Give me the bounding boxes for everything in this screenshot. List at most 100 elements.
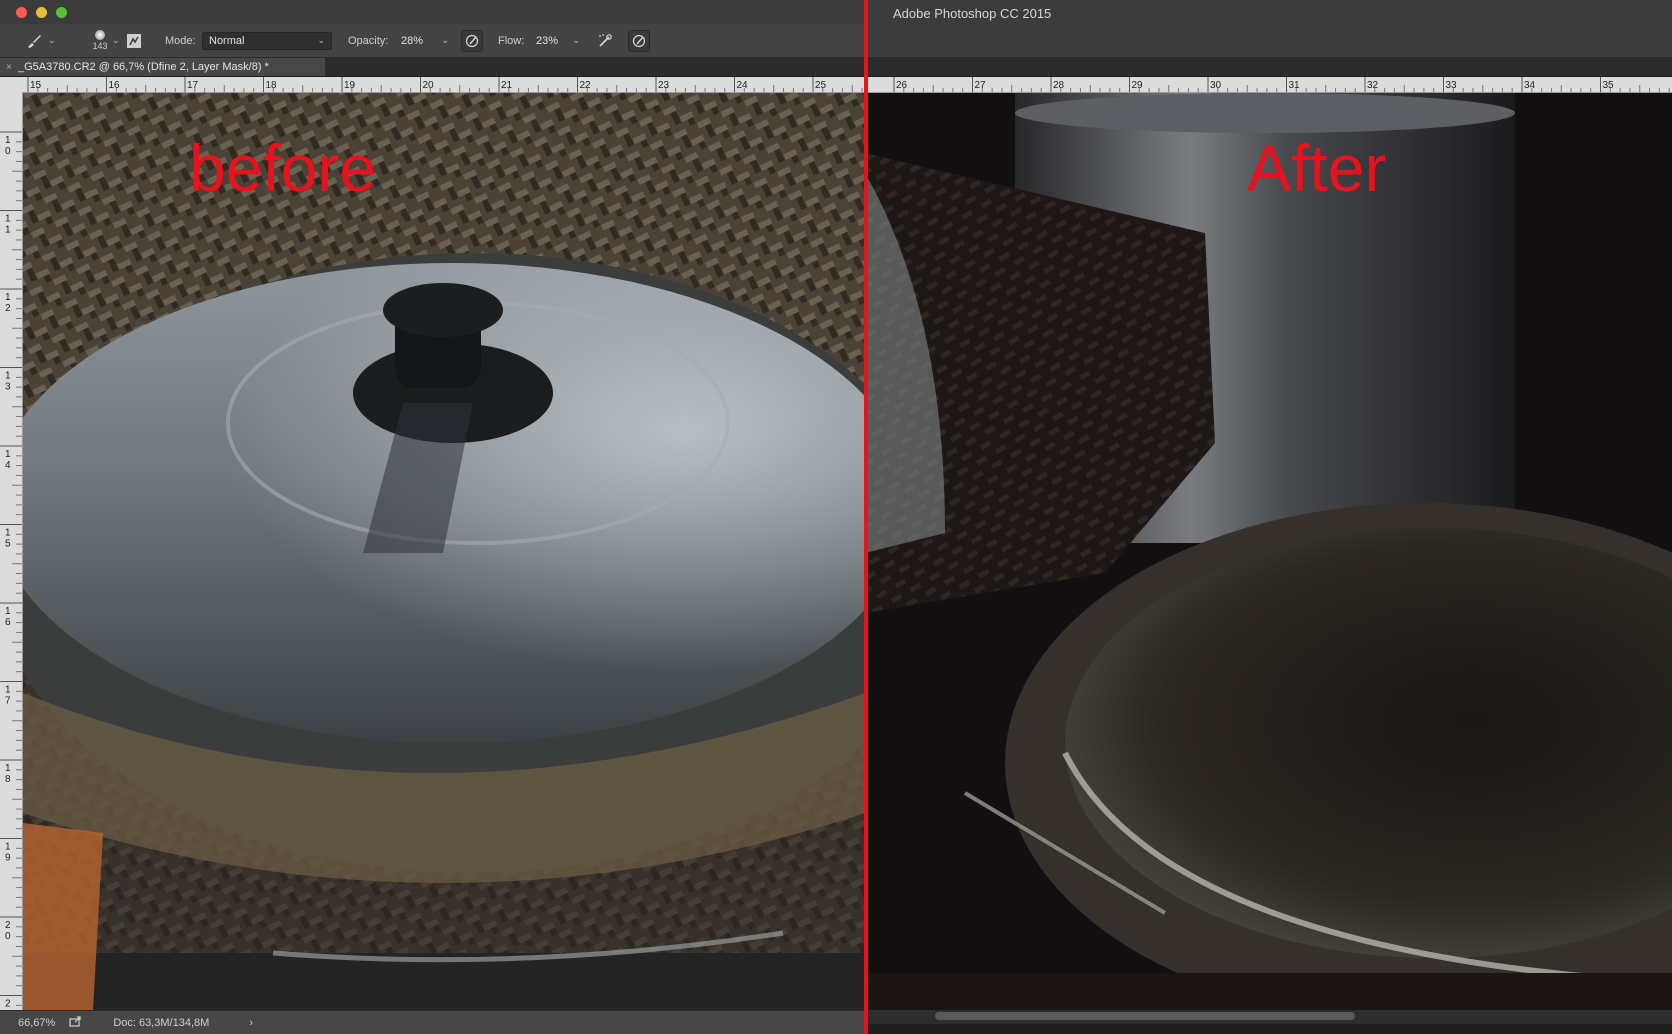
- before-photo: [23, 93, 865, 1010]
- horizontal-ruler: 15 16 17 18 19 20 21 22 23 24 25: [0, 77, 865, 93]
- ruler-label: 1: [5, 763, 11, 774]
- horizontal-scrollbar-thumb[interactable]: [935, 1012, 1355, 1020]
- pressure-opacity-button[interactable]: [461, 29, 483, 52]
- ruler-label: 31: [1289, 80, 1301, 91]
- opacity-label: Opacity:: [348, 34, 389, 47]
- minimize-window-button[interactable]: [36, 7, 47, 18]
- document-title: _G5A3780.CR2 @ 66,7% (Dfine 2, Layer Mas…: [18, 61, 269, 73]
- ruler-label: 27: [975, 80, 987, 91]
- brush-size: 143: [92, 41, 108, 51]
- tool-preset-picker[interactable]: ⌄: [26, 24, 62, 57]
- horizontal-ruler: 26 27 28 29 30 31 32 33 34 35: [865, 77, 1672, 93]
- ruler-label: 22: [580, 80, 592, 91]
- before-window: ⌄ 143 ⌄ Mode: Normal ⌄ Opacity: 28% ⌄ Fl…: [0, 0, 865, 1034]
- image-canvas-after[interactable]: After: [865, 93, 1672, 1010]
- chevron-down-icon: ⌄: [112, 35, 120, 45]
- document-tab-bar: × _G5A3780.CR2 @ 66,7% (Dfine 2, Layer M…: [0, 58, 865, 77]
- before-after-divider: [864, 0, 868, 1034]
- ruler-label: 25: [815, 80, 827, 91]
- document-size: Doc: 63,3M/134,8M: [113, 1017, 210, 1029]
- options-bar: [865, 24, 1672, 58]
- flow-value: 23%: [536, 34, 559, 47]
- ruler-label: 15: [30, 80, 42, 91]
- ruler-label: 0: [5, 146, 11, 157]
- ruler-label: 16: [109, 80, 121, 91]
- options-bar: ⌄ 143 ⌄ Mode: Normal ⌄ Opacity: 28% ⌄ Fl…: [0, 24, 865, 58]
- zoom-level[interactable]: 66,67%: [18, 1017, 55, 1029]
- airbrush-icon: [599, 33, 612, 47]
- ruler-label: 2: [5, 303, 11, 314]
- ruler-label: 24: [737, 80, 749, 91]
- opacity-field[interactable]: 28% ⌄: [395, 32, 455, 50]
- pressure-size-button[interactable]: [628, 29, 650, 52]
- app-title: Adobe Photoshop CC 2015: [893, 6, 1052, 21]
- ruler-label: 1: [5, 292, 11, 303]
- ruler-label: 1: [5, 225, 11, 236]
- mode-dropdown[interactable]: Normal ⌄: [202, 31, 332, 50]
- ruler-label: 29: [1132, 80, 1144, 91]
- brush-panel-icon: [127, 33, 141, 48]
- ruler-label: 26: [896, 80, 908, 91]
- opacity-value: 28%: [401, 34, 424, 47]
- mode-label: Mode:: [165, 34, 196, 47]
- ruler-label: 18: [266, 80, 278, 91]
- ruler-label: 1: [5, 842, 11, 853]
- chevron-down-icon: ⌄: [48, 35, 56, 45]
- ruler-label: 20: [423, 80, 435, 91]
- ruler-label: 23: [658, 80, 670, 91]
- ruler-label: 1: [5, 449, 11, 460]
- title-bar: [0, 0, 865, 24]
- ruler-label: 32: [1367, 80, 1379, 91]
- close-window-button[interactable]: [16, 7, 27, 18]
- ruler-label: 1: [5, 135, 11, 146]
- ruler-label: 3: [5, 382, 11, 393]
- chevron-down-icon: ⌄: [572, 35, 580, 45]
- ruler-label: 17: [187, 80, 199, 91]
- image-canvas-before[interactable]: before: [23, 93, 865, 1010]
- flow-field[interactable]: 23% ⌄: [530, 32, 586, 50]
- ruler-label: 33: [1446, 80, 1458, 91]
- ruler-label: 21: [501, 80, 513, 91]
- ruler-label: 4: [5, 460, 11, 471]
- status-menu-arrow[interactable]: ›: [249, 1017, 253, 1029]
- ruler-label: 1: [5, 685, 11, 696]
- title-bar: Adobe Photoshop CC 2015: [865, 0, 1672, 24]
- chevron-down-icon: ⌄: [317, 35, 325, 45]
- ruler-label: 34: [1524, 80, 1536, 91]
- ruler-label: 2: [5, 920, 11, 931]
- status-bar: 66,67% Doc: 63,3M/134,8M ›: [0, 1010, 865, 1034]
- chevron-down-icon: ⌄: [441, 35, 449, 45]
- brush-icon: [28, 34, 41, 48]
- after-label: After: [1247, 131, 1387, 205]
- ruler-label: 1: [5, 214, 11, 225]
- ruler-label: 6: [5, 617, 11, 628]
- pen-pressure-icon: [632, 34, 646, 47]
- mode-value: Normal: [209, 34, 245, 47]
- vertical-ruler: 10111213141516171819202: [0, 92, 23, 1010]
- ruler-label: 0: [5, 931, 11, 942]
- after-photo: [865, 93, 1672, 1010]
- document-tab[interactable]: × _G5A3780.CR2 @ 66,7% (Dfine 2, Layer M…: [0, 58, 325, 76]
- ruler-label: 19: [344, 80, 356, 91]
- brush-panel-toggle[interactable]: [126, 24, 146, 57]
- pen-pressure-icon: [465, 34, 479, 47]
- ruler-label: 9: [5, 853, 11, 864]
- ruler-label: 35: [1603, 80, 1615, 91]
- brush-preset-chevron[interactable]: ⌄: [112, 24, 120, 57]
- share-icon[interactable]: [69, 1016, 81, 1030]
- ruler-label: 8: [5, 774, 11, 785]
- ruler-label: 7: [5, 696, 11, 707]
- ruler-label: 2: [5, 999, 11, 1010]
- document-tab-bar: [865, 58, 1672, 77]
- ruler-label: 28: [1053, 80, 1065, 91]
- ruler-label: 1: [5, 528, 11, 539]
- after-window: Adobe Photoshop CC 2015 26 27 28 29 30 31 32 33…: [865, 0, 1672, 1034]
- ruler-label: 1: [5, 606, 11, 617]
- ruler-label: 5: [5, 539, 11, 550]
- zoom-window-button[interactable]: [56, 7, 67, 18]
- before-label: before: [189, 131, 377, 205]
- flow-label: Flow:: [498, 34, 525, 47]
- airbrush-button[interactable]: [594, 30, 616, 52]
- ruler-label: 30: [1210, 80, 1222, 91]
- close-tab-icon[interactable]: ×: [0, 62, 18, 73]
